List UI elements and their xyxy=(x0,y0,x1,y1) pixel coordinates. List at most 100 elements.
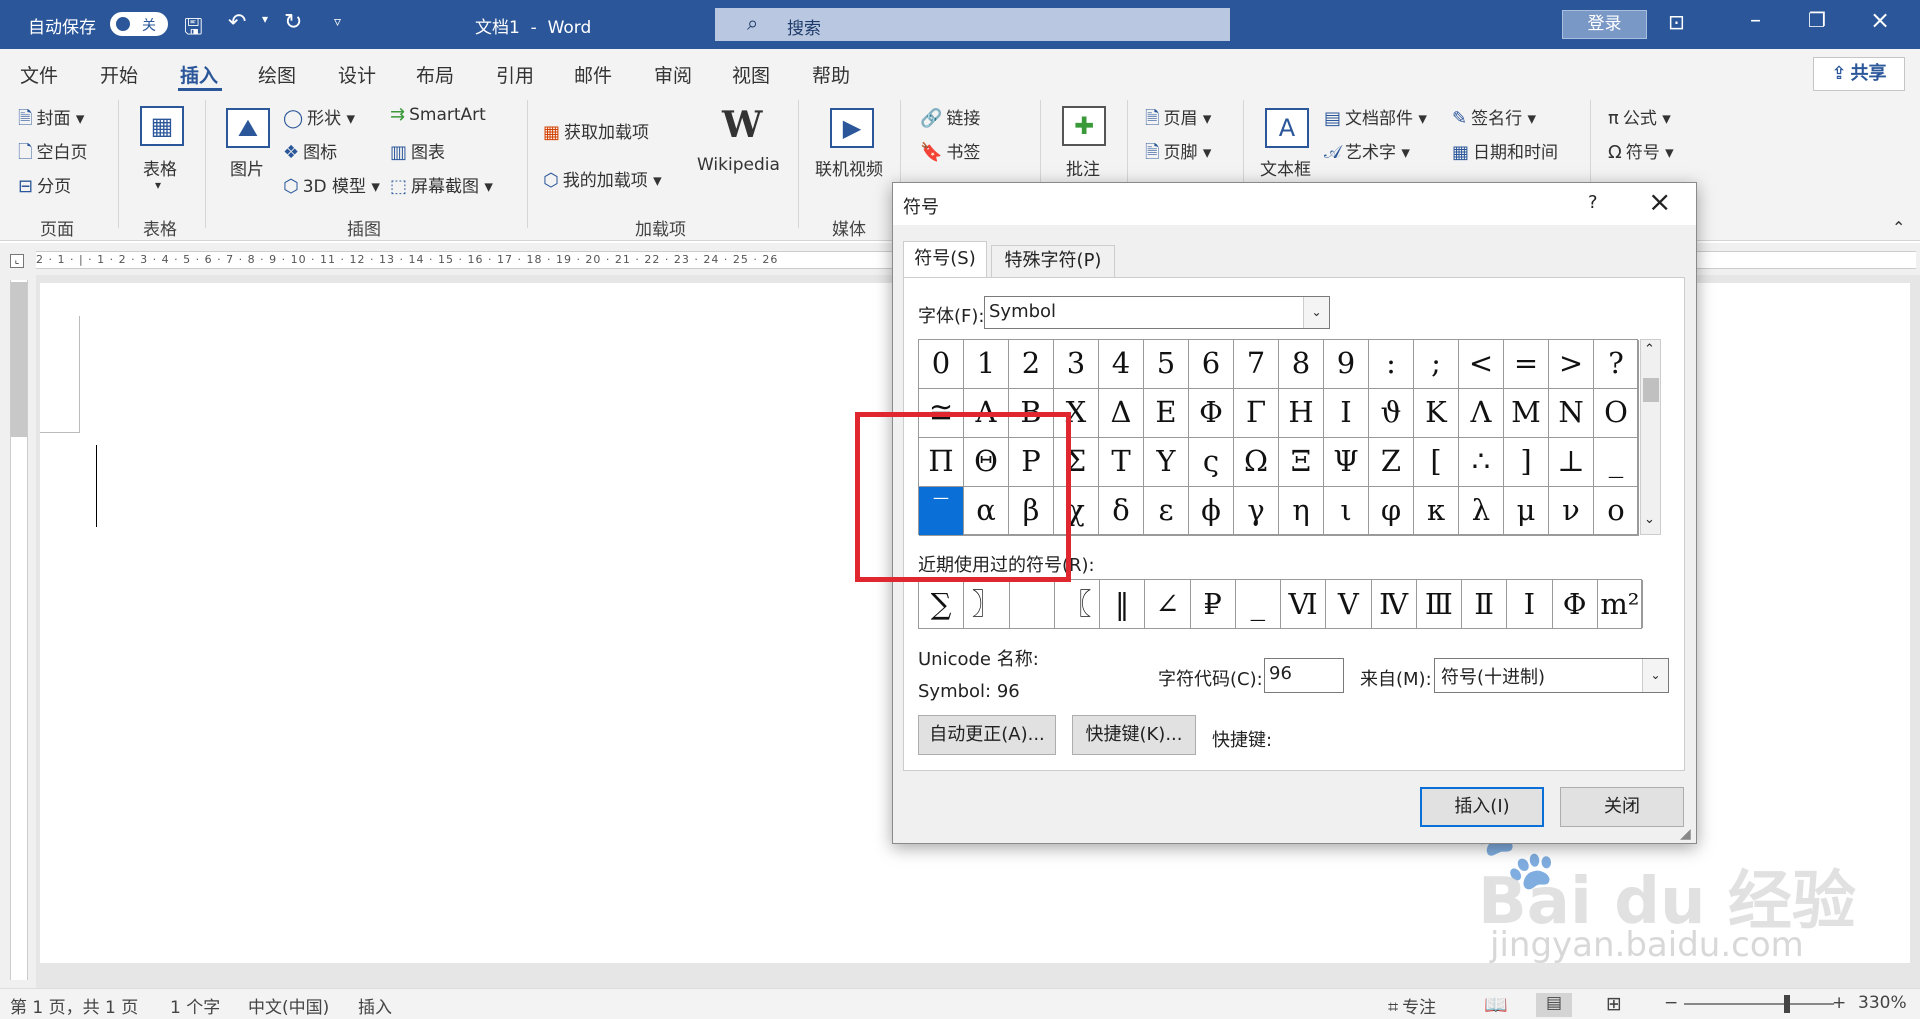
symbol-cell[interactable]: = xyxy=(1504,340,1549,389)
recent-symbol-cell[interactable]: Ⅱ xyxy=(1462,580,1508,628)
bookmark-button[interactable]: 🔖 书签 xyxy=(920,138,980,163)
symbol-cell[interactable]: ι xyxy=(1324,487,1369,536)
symbol-cell[interactable]: φ xyxy=(1369,487,1414,536)
symbol-cell[interactable]: ς xyxy=(1189,438,1234,487)
symbol-cell[interactable]: ϕ xyxy=(1189,487,1234,536)
comment-icon[interactable]: ✚ xyxy=(1062,106,1106,146)
undo-icon[interactable]: ↶ xyxy=(228,10,246,35)
tab-draw[interactable]: 绘图 xyxy=(258,61,296,88)
zoom-in-icon[interactable]: + xyxy=(1832,993,1846,1013)
recent-symbol-cell[interactable]: ₽ xyxy=(1191,580,1236,628)
recent-symbol-cell[interactable]: Ⅲ xyxy=(1417,580,1462,628)
char-code-input[interactable]: 96 xyxy=(1264,658,1344,693)
recent-symbol-cell[interactable]: Ⅰ xyxy=(1507,580,1553,628)
symbol-cell[interactable]: 8 xyxy=(1279,340,1324,389)
symbol-cell[interactable]: Ο xyxy=(1594,389,1639,438)
recent-symbol-cell[interactable]: m² xyxy=(1598,580,1643,628)
recent-symbol-cell[interactable]: Ⅴ xyxy=(1326,580,1372,628)
3d-model-button[interactable]: ⬡ 3D 模型 ▾ xyxy=(283,172,380,197)
recent-symbol-cell[interactable]: ∑ xyxy=(919,580,965,628)
minimize-icon[interactable]: – xyxy=(1750,8,1761,33)
link-button[interactable]: 🔗 链接 xyxy=(920,104,980,129)
restore-icon[interactable]: ❐ xyxy=(1808,8,1826,32)
symbol-cell[interactable]: < xyxy=(1459,340,1504,389)
tab-symbols[interactable]: 符号(S) xyxy=(903,241,987,278)
symbol-cell[interactable]: δ xyxy=(1099,487,1144,536)
tab-selector-icon[interactable]: ⌞ xyxy=(10,254,24,268)
recent-symbol-cell[interactable] xyxy=(1010,580,1055,628)
table-dropdown-icon[interactable]: ▾ xyxy=(155,178,161,192)
footer-button[interactable]: 🗎 页脚 ▾ xyxy=(1145,138,1211,170)
symbol-cell[interactable]: 2 xyxy=(1009,340,1054,389)
recent-symbol-cell[interactable]: _ xyxy=(1236,580,1281,628)
table-button[interactable]: 表格 xyxy=(143,155,177,180)
wikipedia-button[interactable]: Wikipedia xyxy=(697,155,780,175)
print-layout-icon[interactable]: ▤ xyxy=(1536,993,1572,1017)
symbol-cell[interactable]: ? xyxy=(1594,340,1639,389)
share-button[interactable]: ⇪ 共享 xyxy=(1813,57,1905,91)
scroll-down-icon[interactable]: ⌄ xyxy=(1644,512,1655,527)
get-addins-button[interactable]: ▦ 获取加载项 xyxy=(543,118,649,143)
symbol-cell[interactable]: 4 xyxy=(1099,340,1144,389)
symbol-cell[interactable]: Ξ xyxy=(1279,438,1324,487)
comment-button[interactable]: 批注 xyxy=(1066,155,1100,180)
symbol-cell[interactable]: ; xyxy=(1414,340,1459,389)
symbol-cell[interactable]: ] xyxy=(1504,438,1549,487)
symbol-cell[interactable]: [ xyxy=(1414,438,1459,487)
quick-parts-button[interactable]: ▤ 文档部件 ▾ xyxy=(1324,104,1427,129)
picture-icon[interactable]: ⛰ xyxy=(226,108,270,148)
insert-button[interactable]: 插入(I) xyxy=(1420,787,1544,827)
symbol-cell[interactable]: ε xyxy=(1144,487,1189,536)
read-mode-icon[interactable]: 📖 xyxy=(1484,993,1508,1016)
autosave-toggle[interactable]: 关 xyxy=(110,12,168,36)
tab-references[interactable]: 邮件 xyxy=(574,61,612,88)
tab-layout[interactable]: 引用 xyxy=(496,61,534,88)
recent-symbol-cell[interactable]: 〖 xyxy=(1055,580,1100,628)
word-count[interactable]: 1 个字 xyxy=(170,993,220,1018)
symbol-cell[interactable]: Υ xyxy=(1144,438,1189,487)
autocorrect-button[interactable]: 自动更正(A)... xyxy=(918,715,1056,755)
page-count[interactable]: 第 1 页，共 1 页 xyxy=(10,993,138,1018)
chevron-down-icon[interactable]: ⌄ xyxy=(1303,297,1329,328)
recent-symbol-cell[interactable]: ‖ xyxy=(1100,580,1146,628)
chevron-down-icon[interactable]: ⌄ xyxy=(1642,659,1668,692)
tab-home[interactable]: 开始 xyxy=(100,61,138,88)
symbol-cell[interactable]: Ε xyxy=(1144,389,1189,438)
symbol-cell[interactable]: 0 xyxy=(919,340,964,389)
tab-mailings[interactable]: 审阅 xyxy=(654,61,692,88)
symbol-cell[interactable]: ν xyxy=(1549,487,1594,536)
search-box[interactable]: ⌕ 搜索 xyxy=(715,8,1230,41)
tab-insert[interactable]: 插入 xyxy=(180,61,218,88)
dialog-close-icon[interactable]: × xyxy=(1648,185,1671,218)
login-button[interactable]: 登录 xyxy=(1562,10,1647,39)
symbol-cell[interactable]: : xyxy=(1369,340,1414,389)
smartart-button[interactable]: ⇉ SmartArt xyxy=(390,104,486,125)
symbol-cell[interactable]: _ xyxy=(1594,438,1639,487)
online-video-icon[interactable]: ▶ xyxy=(830,108,874,148)
from-select[interactable]: 符号(十进制) ⌄ xyxy=(1434,658,1669,693)
recent-symbol-cell[interactable]: ∠ xyxy=(1145,580,1191,628)
close-icon[interactable]: × xyxy=(1870,6,1890,34)
equation-button[interactable]: π 公式 ▾ xyxy=(1608,104,1671,129)
symbol-cell[interactable]: γ xyxy=(1234,487,1279,536)
date-time-button[interactable]: ▦ 日期和时间 xyxy=(1452,138,1558,163)
symbol-cell[interactable]: ∴ xyxy=(1459,438,1504,487)
symbol-cell[interactable]: ο xyxy=(1594,487,1639,536)
help-button[interactable]: ? xyxy=(1588,192,1598,213)
zoom-slider-thumb[interactable] xyxy=(1784,995,1790,1013)
wikipedia-icon[interactable]: W xyxy=(722,104,762,146)
symbol-cell[interactable]: ϑ xyxy=(1369,389,1414,438)
zoom-level[interactable]: 330% xyxy=(1858,993,1907,1013)
language-status[interactable]: 中文(中国) xyxy=(248,993,329,1018)
collapse-ribbon-icon[interactable]: ⌃ xyxy=(1892,218,1905,237)
scroll-thumb[interactable] xyxy=(1643,378,1659,402)
scroll-up-icon[interactable]: ⌃ xyxy=(1644,342,1655,357)
symbol-button[interactable]: Ω 符号 ▾ xyxy=(1608,138,1674,163)
blank-page-button[interactable]: 🗋 空白页 xyxy=(18,138,87,170)
symbol-cell[interactable]: Φ xyxy=(1189,389,1234,438)
recent-symbol-cell[interactable]: Ⅳ xyxy=(1372,580,1417,628)
tab-file[interactable]: 文件 xyxy=(20,61,58,88)
picture-button[interactable]: 图片 xyxy=(230,155,264,180)
icons-button[interactable]: ❖ 图标 xyxy=(283,138,337,163)
symbol-cell[interactable]: Τ xyxy=(1099,438,1144,487)
